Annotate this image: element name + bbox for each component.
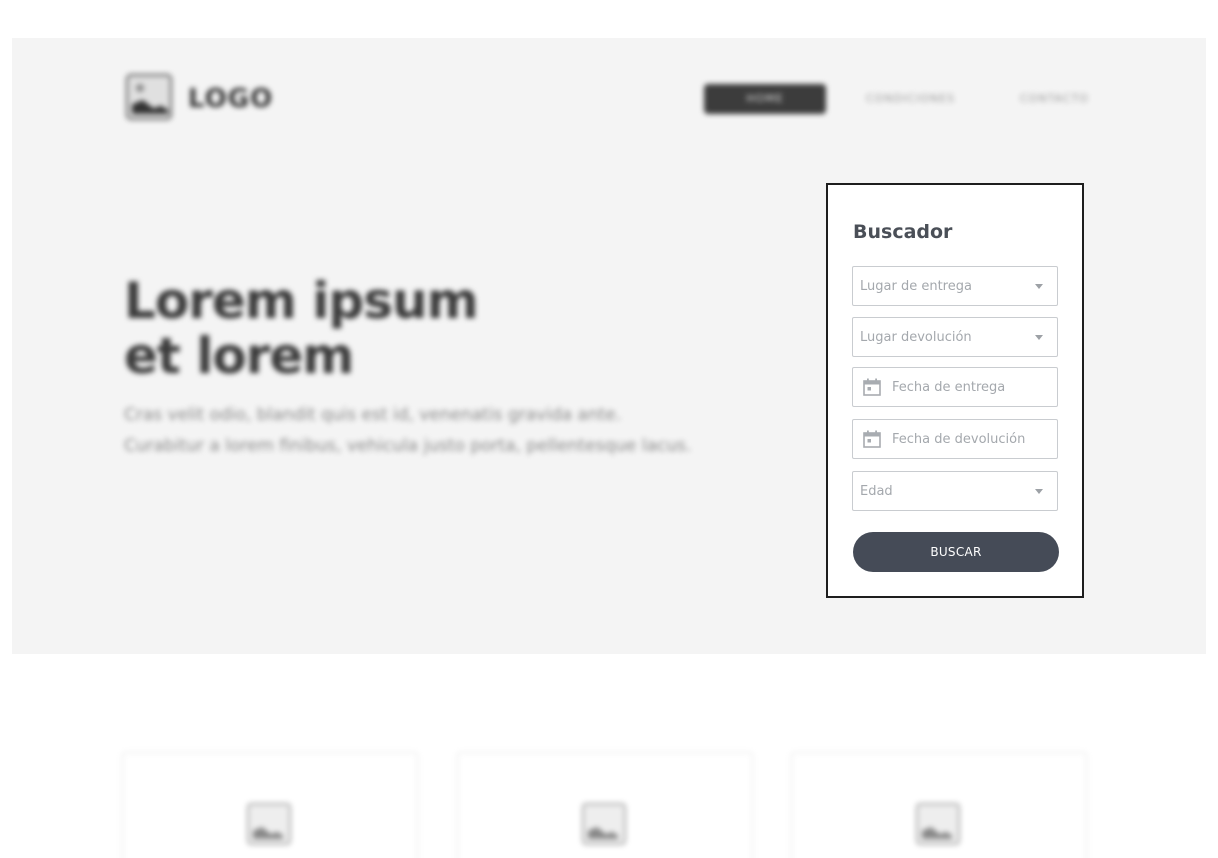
hero-subtitle-line-2: Curabitur a lorem finibus, vehicula just… xyxy=(124,436,692,456)
hero-title: Lorem ipsum et lorem xyxy=(124,272,479,385)
chevron-down-icon xyxy=(1035,284,1043,289)
pickup-place-select[interactable]: Lugar de entrega xyxy=(852,266,1058,306)
search-panel-title: Buscador xyxy=(853,221,953,243)
nav-link-contact[interactable]: CONTACTO xyxy=(1020,92,1089,105)
chevron-down-icon xyxy=(1035,335,1043,340)
image-placeholder-icon xyxy=(582,803,626,845)
logo-sun-shape xyxy=(136,84,144,92)
search-submit-button[interactable]: BUSCAR xyxy=(853,532,1059,572)
age-label: Edad xyxy=(860,484,893,499)
pickup-place-label: Lugar de entrega xyxy=(860,279,972,294)
page: LOGO HOME CONDICIONES CONTACTO Lorem ips… xyxy=(0,0,1218,858)
search-panel: Buscador Lugar de entrega Lugar devoluci… xyxy=(826,183,1084,598)
hero-subtitle-line-1: Cras velit odio, blandit quis est id, ve… xyxy=(124,405,622,425)
return-place-select[interactable]: Lugar devolución xyxy=(852,317,1058,357)
return-place-label: Lugar devolución xyxy=(860,330,972,345)
image-placeholder-icon xyxy=(247,803,291,845)
chevron-down-icon xyxy=(1035,489,1043,494)
hero-title-line-2: et lorem xyxy=(124,327,354,385)
image-placeholder-icon xyxy=(916,803,960,845)
feature-card[interactable] xyxy=(122,752,418,858)
feature-card[interactable] xyxy=(457,752,753,858)
calendar-icon xyxy=(863,378,881,396)
nav-link-conditions[interactable]: CONDICIONES xyxy=(866,92,955,105)
logo-text[interactable]: LOGO xyxy=(188,84,273,114)
hero-title-line-1: Lorem ipsum xyxy=(124,272,479,330)
return-date-input[interactable]: Fecha de devolución xyxy=(852,419,1058,459)
logo-image-icon[interactable] xyxy=(126,74,172,120)
nav-home-button[interactable]: HOME xyxy=(704,84,826,114)
logo-mountain-shape xyxy=(132,100,168,114)
feature-card[interactable] xyxy=(791,752,1087,858)
age-select[interactable]: Edad xyxy=(852,471,1058,511)
pickup-date-label: Fecha de entrega xyxy=(892,380,1006,395)
pickup-date-input[interactable]: Fecha de entrega xyxy=(852,367,1058,407)
calendar-icon xyxy=(863,430,881,448)
hero-subtitle: Cras velit odio, blandit quis est id, ve… xyxy=(124,400,691,462)
return-date-label: Fecha de devolución xyxy=(892,432,1026,447)
